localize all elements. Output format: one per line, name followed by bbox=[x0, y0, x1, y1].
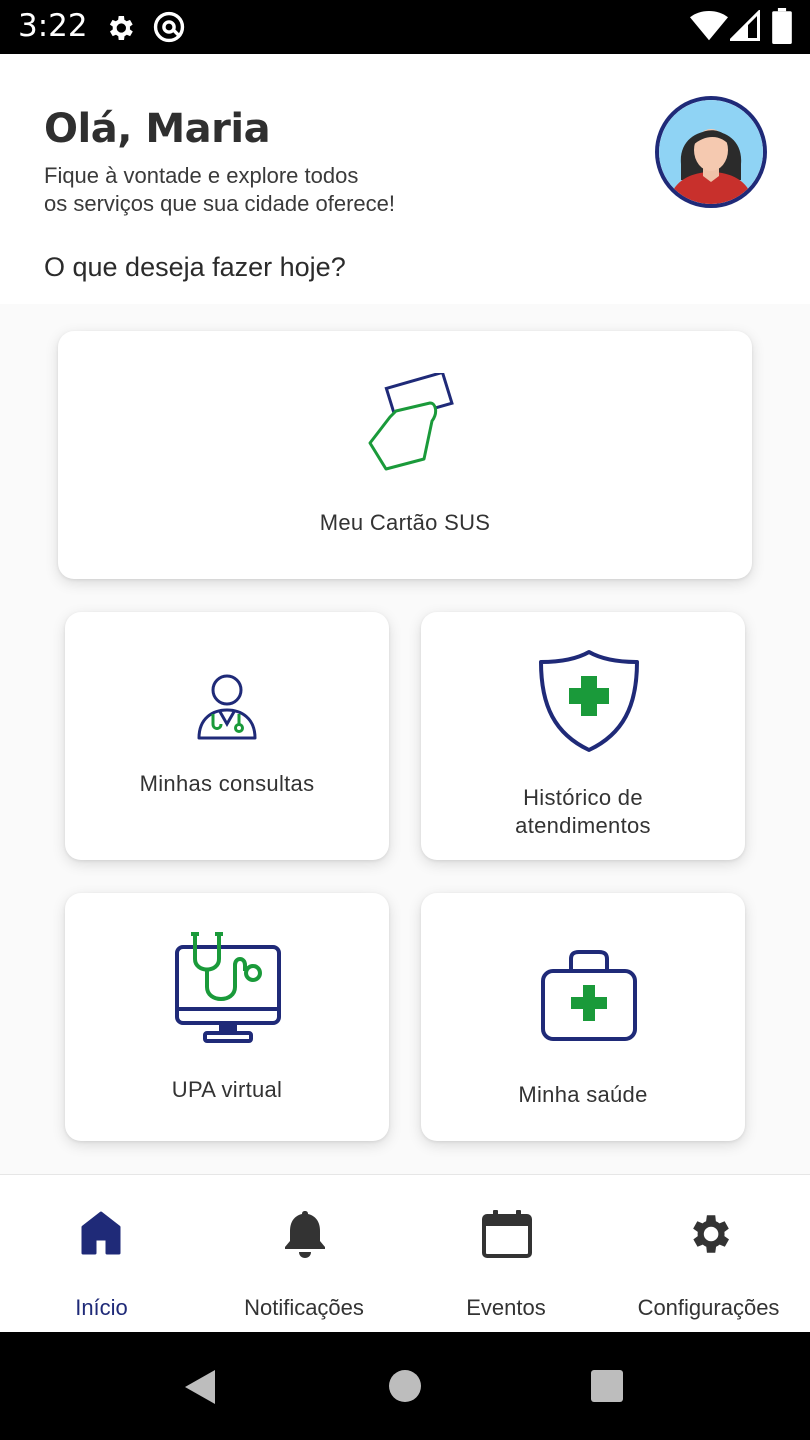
signal-icon bbox=[727, 8, 760, 47]
bell-icon bbox=[285, 1211, 325, 1258]
section-question: O que deseja fazer hoje? bbox=[44, 252, 346, 282]
nav-item-eventos[interactable]: Eventos bbox=[405, 1175, 607, 1333]
back-icon[interactable] bbox=[183, 1368, 217, 1411]
monitor-stethoscope-icon bbox=[175, 932, 281, 1043]
nav-label-notificacoes: Notificações bbox=[244, 1295, 364, 1320]
nav-label-eventos: Eventos bbox=[466, 1295, 546, 1320]
greeting-title: Olá, Maria bbox=[44, 106, 271, 152]
card-minhas-consultas-label: Minhas consultas bbox=[139, 771, 315, 796]
battery-icon bbox=[772, 8, 792, 49]
nav-label-configuracoes: Configurações bbox=[637, 1295, 780, 1320]
bottom-navigation: Início Notificações Eventos Configuraçõe… bbox=[0, 1174, 810, 1332]
nav-item-notificacoes[interactable]: Notificações bbox=[203, 1175, 405, 1333]
card-upa-virtual-label: UPA virtual bbox=[171, 1077, 283, 1102]
card-historico-line-2: atendimentos bbox=[515, 813, 651, 838]
home-circle-icon[interactable] bbox=[388, 1369, 422, 1408]
at-sign-icon bbox=[152, 10, 186, 49]
nav-item-configuracoes[interactable]: Configurações bbox=[607, 1175, 810, 1333]
avatar[interactable] bbox=[655, 96, 767, 208]
card-minha-saude-label: Minha saúde bbox=[518, 1082, 648, 1107]
doctor-icon bbox=[197, 674, 257, 740]
calendar-icon bbox=[482, 1210, 532, 1258]
card-minhas-consultas[interactable]: Minhas consultas bbox=[65, 612, 389, 860]
shield-plus-icon bbox=[539, 650, 639, 752]
card-historico-line-1: Histórico de bbox=[523, 785, 643, 810]
nav-item-inicio[interactable]: Início bbox=[0, 1175, 203, 1333]
system-navigation-bar bbox=[0, 1332, 810, 1440]
card-cartao-sus-label: Meu Cartão SUS bbox=[319, 510, 491, 535]
greeting-subtitle: Fique à vontade e explore todos os servi… bbox=[44, 162, 474, 218]
recents-icon[interactable] bbox=[590, 1369, 624, 1408]
header: Olá, Maria Fique à vontade e explore tod… bbox=[0, 54, 810, 304]
subtitle-line-2: os serviços que sua cidade oferece! bbox=[44, 191, 395, 216]
card-historico-label: Histórico de atendimentos bbox=[421, 784, 745, 840]
card-minha-saude[interactable]: Minha saúde bbox=[421, 893, 745, 1141]
card-upa-virtual[interactable]: UPA virtual bbox=[65, 893, 389, 1141]
card-cartao-sus[interactable]: Meu Cartão SUS bbox=[58, 331, 752, 579]
gear-icon bbox=[693, 1215, 729, 1253]
medical-kit-icon bbox=[541, 950, 637, 1041]
wifi-icon bbox=[690, 10, 728, 47]
settings-icon bbox=[104, 12, 136, 49]
home-icon bbox=[81, 1211, 121, 1255]
avatar-woman-icon bbox=[659, 100, 763, 204]
status-bar: 3:22 bbox=[0, 0, 810, 54]
card-historico-atendimentos[interactable]: Histórico de atendimentos bbox=[421, 612, 745, 860]
status-time: 3:22 bbox=[18, 8, 88, 44]
hand-card-icon bbox=[368, 373, 454, 471]
nav-label-inicio: Início bbox=[75, 1295, 128, 1320]
subtitle-line-1: Fique à vontade e explore todos bbox=[44, 163, 359, 188]
